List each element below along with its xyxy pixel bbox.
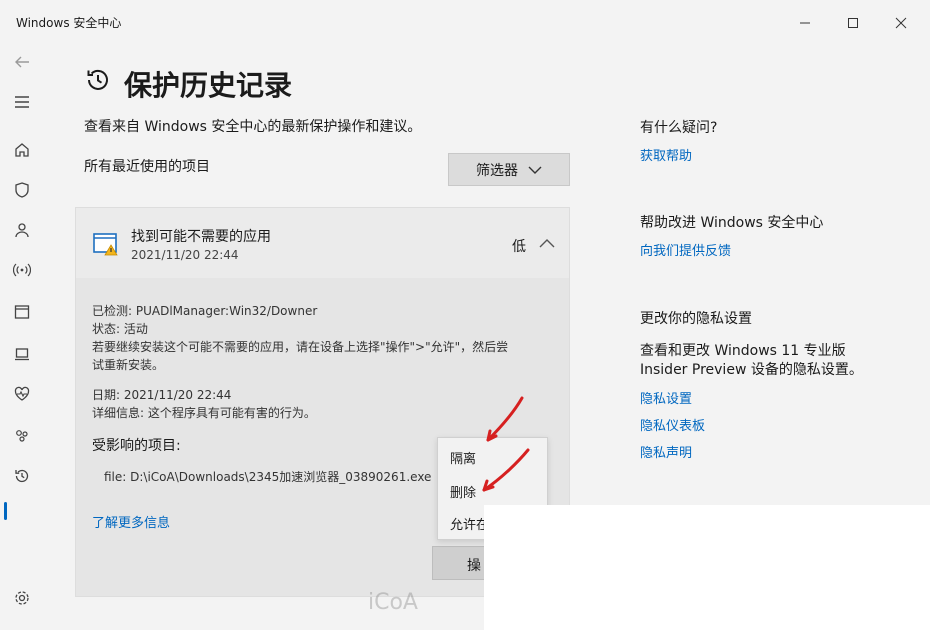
page-subtitle: 查看来自 Windows 安全中心的最新保护操作和建议。: [84, 119, 422, 135]
privacy-statement-link[interactable]: 隐私声明: [640, 442, 692, 461]
privacy-text-line-2: Insider Preview 设备的隐私设置。: [640, 362, 863, 378]
threat-title: 找到可能不需要的应用: [131, 229, 271, 245]
annotation-arrows: [482, 396, 530, 492]
affected-items-label: 受影响的项目:: [92, 438, 181, 454]
app-warning-icon: [93, 233, 118, 256]
privacy-dashboard-link[interactable]: 隐私仪表板: [640, 415, 705, 434]
nav-device-security[interactable]: [8, 340, 36, 368]
wireless-icon: [13, 263, 31, 277]
gear-icon: [15, 591, 29, 605]
privacy-heading: 更改你的隐私设置: [640, 311, 752, 327]
nav-virus-protection[interactable]: [8, 176, 36, 204]
windows-security-window: Windows 安全中心 保护历史记录 查看来自 Windows 安全中心的最新…: [0, 0, 930, 630]
selected-indicator: [4, 502, 7, 520]
learn-more-link[interactable]: 了解更多信息: [92, 512, 170, 531]
browser-window-icon: [14, 305, 30, 319]
menu-button[interactable]: [8, 88, 36, 116]
back-button[interactable]: [8, 48, 36, 76]
affected-file-path: file: D:\iCoA\Downloads\2345加速浏览器_038902…: [104, 470, 432, 484]
advice-line-1: 若要继续安装这个可能不需要的应用，请在设备上选择"操作">"允许"，然后尝: [92, 340, 509, 354]
feedback-link[interactable]: 向我们提供反馈: [640, 240, 731, 259]
get-help-link[interactable]: 获取帮助: [640, 145, 692, 164]
privacy-settings-link[interactable]: 隐私设置: [640, 388, 692, 407]
close-button[interactable]: [884, 8, 918, 38]
laptop-icon: [15, 348, 29, 361]
improve-heading: 帮助改进 Windows 安全中心: [640, 215, 824, 231]
privacy-text-line-1: 查看和更改 Windows 11 专业版: [640, 343, 846, 359]
nav-firewall[interactable]: [8, 256, 36, 284]
blank-overlay: [484, 505, 930, 630]
app-title: Windows 安全中心: [16, 16, 122, 30]
nav-home[interactable]: [8, 136, 36, 164]
threat-status: 状态: 活动: [92, 322, 148, 336]
minimize-button[interactable]: [788, 8, 822, 38]
advice-line-2: 试重新安装。: [92, 358, 165, 372]
title-bar: Windows 安全中心: [0, 0, 930, 46]
heart-pulse-icon: [14, 386, 30, 401]
minimize-icon: [800, 22, 810, 24]
nav-device-health[interactable]: [8, 380, 36, 408]
history-icon: [87, 69, 108, 90]
maximize-icon: [848, 18, 858, 28]
watermark-text: iCoA: [368, 590, 418, 615]
filter-button[interactable]: 筛选器: [448, 153, 570, 186]
filter-label: 筛选器: [476, 162, 518, 179]
navigation-rail: [0, 44, 40, 630]
history-icon: [15, 469, 29, 483]
severity-label: 低: [512, 239, 526, 255]
threat-datetime: 2021/11/20 22:44: [131, 248, 239, 262]
family-icon: [16, 430, 28, 442]
detected-name: 已检测: PUADlManager:Win32/Downer: [92, 304, 318, 318]
nav-account-protection[interactable]: [8, 216, 36, 244]
maximize-button[interactable]: [836, 8, 870, 38]
nav-settings[interactable]: [8, 584, 36, 612]
page-title: 保护历史记录: [124, 69, 293, 102]
nav-app-browser-control[interactable]: [8, 298, 36, 326]
shield-icon: [15, 182, 29, 198]
hamburger-icon: [15, 96, 29, 108]
section-label: 所有最近使用的项目: [84, 159, 210, 175]
threat-card-header[interactable]: 找到可能不需要的应用 2021/11/20 22:44 低: [76, 208, 569, 278]
back-arrow-icon: [15, 56, 29, 68]
person-icon: [15, 223, 29, 238]
home-icon: [15, 143, 29, 157]
chevron-down-icon: [528, 166, 542, 174]
help-heading: 有什么疑问?: [640, 120, 718, 136]
actions-label: 操: [467, 558, 481, 574]
nav-family-options[interactable]: [8, 422, 36, 450]
chevron-up-icon[interactable]: [538, 236, 556, 250]
close-icon: [895, 17, 907, 29]
nav-protection-history[interactable]: [8, 462, 36, 490]
